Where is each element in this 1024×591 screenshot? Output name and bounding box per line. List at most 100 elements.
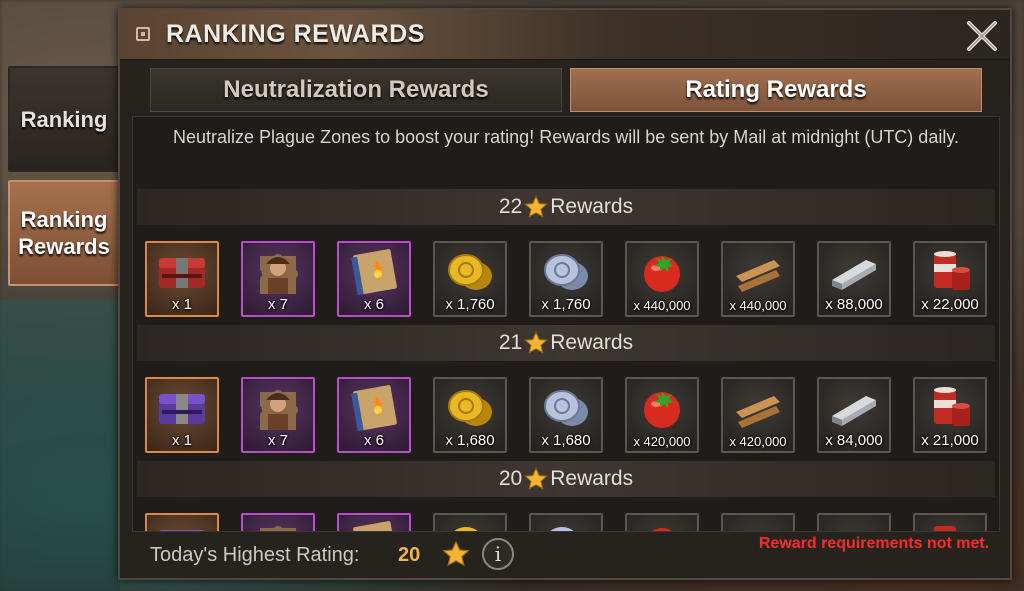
- reward-item[interactable]: x 7: [241, 377, 315, 453]
- tomato-food-icon: [644, 256, 680, 292]
- tab-rating-label: Rating Rewards: [685, 76, 867, 103]
- tier-label: Rewards: [550, 331, 634, 354]
- description-text: Neutralize Plague Zones to boost your ra…: [172, 127, 959, 147]
- reward-item[interactable]: x 1,760: [433, 241, 507, 317]
- hero-puzzle-icon: [260, 390, 298, 430]
- tab-neutralization-rewards[interactable]: Neutralization Rewards: [150, 68, 562, 112]
- reward-item[interactable]: x 1,760: [529, 241, 603, 317]
- steel-ingot-icon: [832, 396, 876, 426]
- reward-item[interactable]: x 1,680: [529, 377, 603, 453]
- close-button[interactable]: [964, 18, 1000, 54]
- reward-item[interactable]: [913, 513, 987, 531]
- info-icon: i: [494, 542, 502, 566]
- star-icon: [524, 331, 549, 354]
- oil-barrel-icon: [934, 387, 970, 426]
- reward-item[interactable]: x 420,000: [721, 377, 795, 453]
- reward-item[interactable]: x 1: [145, 241, 219, 317]
- info-button[interactable]: i: [482, 538, 514, 570]
- tier-label: Rewards: [550, 195, 634, 218]
- oil-barrel-icon: [934, 526, 956, 531]
- reward-item[interactable]: [721, 513, 795, 532]
- reward-item[interactable]: x 1,680: [433, 377, 507, 453]
- reward-item[interactable]: x 1: [145, 377, 219, 453]
- side-tab-ranking-rewards-label: Ranking Rewards: [18, 206, 110, 260]
- side-tab-ranking-rewards[interactable]: Ranking Rewards: [8, 180, 130, 286]
- silver-coin-icon: [544, 254, 588, 290]
- reward-item[interactable]: [145, 513, 219, 531]
- silver-coin-icon: [550, 527, 574, 531]
- reward-quantity: x 7: [267, 296, 288, 313]
- reward-quantity: x 420,000: [729, 434, 787, 449]
- reward-quantity: x 440,000: [633, 298, 691, 313]
- reward-item[interactable]: [529, 513, 603, 531]
- wood-planks-icon: [736, 260, 780, 292]
- reward-item[interactable]: x 6: [337, 377, 411, 453]
- reward-item[interactable]: x 84,000: [817, 377, 891, 453]
- side-tab-rewards-line1: Ranking: [20, 207, 108, 232]
- tier-stars: 21: [498, 331, 523, 354]
- reward-quantity: x 1,760: [445, 296, 495, 313]
- hero-puzzle-icon: [260, 526, 296, 531]
- reward-item[interactable]: x 440,000: [721, 241, 795, 317]
- requirement-warning: Reward requirements not met.: [758, 535, 990, 552]
- title-pip-icon: [136, 27, 150, 41]
- gold-coin-icon: [448, 390, 492, 426]
- side-tab-ranking[interactable]: Ranking: [8, 66, 120, 172]
- reward-item[interactable]: [433, 513, 507, 531]
- tab-neutralization-label: Neutralization Rewards: [223, 76, 489, 103]
- reward-quantity: x 1,760: [541, 296, 591, 313]
- reward-item[interactable]: [817, 513, 891, 532]
- reward-quantity: x 1: [171, 432, 192, 449]
- reward-quantity: x 1,680: [445, 432, 495, 449]
- red-crate-icon: [159, 258, 205, 288]
- reward-quantity: x 6: [363, 432, 384, 449]
- reward-quantity: x 21,000: [921, 432, 979, 449]
- star-icon: [442, 540, 470, 567]
- reward-item[interactable]: x 22,000: [913, 241, 987, 317]
- purple-crate-icon: [159, 530, 205, 531]
- tier-stars: 20: [498, 467, 523, 490]
- highest-rating-label: Today's Highest Rating:: [150, 544, 360, 566]
- reward-item[interactable]: x 6: [337, 241, 411, 317]
- reward-quantity: x 420,000: [633, 434, 691, 449]
- reward-item[interactable]: x 420,000: [625, 377, 699, 453]
- tier-label: Rewards: [550, 467, 634, 490]
- close-icon: [967, 21, 997, 51]
- burning-manual-icon: [353, 521, 397, 531]
- tier-header-22: 22 Rewards: [137, 189, 995, 225]
- star-icon: [524, 467, 549, 490]
- reward-item[interactable]: [337, 513, 411, 531]
- reward-quantity: x 84,000: [825, 432, 883, 449]
- reward-item[interactable]: [625, 513, 699, 531]
- gold-coin-icon: [454, 527, 478, 531]
- title-bar: RANKING REWARDS: [120, 10, 1010, 60]
- tomato-food-icon: [652, 528, 672, 531]
- reward-item[interactable]: x 21,000: [913, 377, 987, 453]
- reward-item[interactable]: [241, 513, 315, 531]
- wood-planks-icon: [730, 518, 786, 532]
- wood-planks-icon: [736, 396, 780, 428]
- tier-stars: 22: [498, 195, 523, 218]
- silver-coin-icon: [544, 390, 588, 426]
- reward-quantity: x 22,000: [921, 296, 979, 313]
- steel-ingot-icon: [826, 518, 882, 532]
- panel-title: RANKING REWARDS: [166, 20, 425, 48]
- tier-header-20: 20 Rewards: [137, 461, 995, 497]
- reward-item[interactable]: x 7: [241, 241, 315, 317]
- footer: Today's Highest Rating: 20 i Reward requ…: [120, 532, 1010, 580]
- reward-item[interactable]: x 440,000: [625, 241, 699, 317]
- gold-coin-icon: [448, 254, 492, 290]
- star-icon: [524, 195, 549, 218]
- rewards-list[interactable]: Neutralize Plague Zones to boost your ra…: [132, 116, 1000, 532]
- highest-rating-value: 20: [398, 544, 421, 566]
- side-tab-ranking-label: Ranking: [20, 106, 108, 132]
- hero-puzzle-icon: [260, 254, 298, 294]
- ranking-rewards-panel: RANKING REWARDS Neutralization Rewards R…: [118, 8, 1012, 580]
- reward-quantity: x 440,000: [729, 298, 787, 313]
- steel-ingot-icon: [832, 260, 876, 290]
- reward-item[interactable]: x 88,000: [817, 241, 891, 317]
- tier-header-21: 21 Rewards: [137, 325, 995, 361]
- oil-barrel-icon: [934, 251, 970, 290]
- side-tab-rewards-line2: Rewards: [18, 234, 110, 259]
- tab-rating-rewards[interactable]: Rating Rewards: [570, 68, 982, 112]
